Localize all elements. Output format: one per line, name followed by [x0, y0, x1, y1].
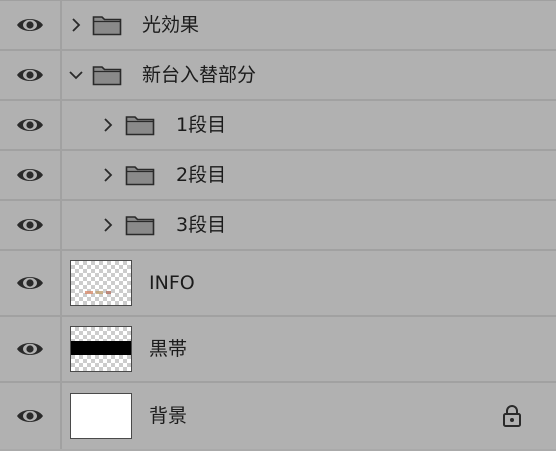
folder-icon	[125, 114, 155, 136]
eye-icon	[17, 69, 43, 81]
visibility-toggle[interactable]	[0, 151, 62, 199]
layer-content[interactable]: 新台入替部分	[62, 51, 556, 99]
layer-name: 3段目	[176, 214, 227, 236]
thumbnail-black-band	[71, 341, 131, 355]
layer-name: 1段目	[176, 114, 227, 136]
layer-name: 光効果	[142, 14, 200, 36]
folder-icon	[125, 164, 155, 186]
layer-thumbnail[interactable]	[70, 260, 132, 306]
eye-icon	[17, 410, 43, 422]
layers-panel: 光効果 新台入替部分 1段目 2段目 3段目 INFO 黒帯 背景	[0, 0, 556, 451]
chevron-right-icon[interactable]	[100, 217, 116, 233]
layer-row[interactable]: INFO	[0, 251, 556, 317]
layer-content[interactable]: 背景	[62, 383, 556, 449]
visibility-toggle[interactable]	[0, 251, 62, 315]
layer-name: 背景	[149, 405, 188, 427]
layer-content[interactable]: INFO	[62, 251, 556, 315]
layer-content[interactable]: 2段目	[62, 151, 556, 199]
visibility-toggle[interactable]	[0, 101, 62, 149]
eye-icon	[17, 119, 43, 131]
visibility-toggle[interactable]	[0, 317, 62, 381]
layer-thumbnail[interactable]	[70, 326, 132, 372]
visibility-toggle[interactable]	[0, 1, 62, 49]
layer-row[interactable]: 背景	[0, 383, 556, 449]
thumbnail-text-preview	[85, 291, 111, 294]
layer-row-group[interactable]: 1段目	[0, 101, 556, 151]
eye-icon	[17, 277, 43, 289]
folder-icon	[92, 64, 122, 86]
layer-content[interactable]: 3段目	[62, 201, 556, 249]
chevron-right-icon[interactable]	[68, 17, 84, 33]
folder-icon	[125, 214, 155, 236]
chevron-down-icon[interactable]	[68, 67, 84, 83]
layer-content[interactable]: 黒帯	[62, 317, 556, 381]
visibility-toggle[interactable]	[0, 201, 62, 249]
layer-name: 新台入替部分	[142, 64, 257, 86]
eye-icon	[17, 19, 43, 31]
chevron-right-icon[interactable]	[100, 167, 116, 183]
layer-name: 2段目	[176, 164, 227, 186]
layer-row-group[interactable]: 光効果	[0, 1, 556, 51]
layer-name: INFO	[149, 272, 195, 294]
layer-row-group[interactable]: 3段目	[0, 201, 556, 251]
eye-icon	[17, 219, 43, 231]
layer-row-group[interactable]: 新台入替部分	[0, 51, 556, 101]
eye-icon	[17, 343, 43, 355]
layer-row-group[interactable]: 2段目	[0, 151, 556, 201]
visibility-toggle[interactable]	[0, 51, 62, 99]
folder-icon	[92, 14, 122, 36]
eye-icon	[17, 169, 43, 181]
chevron-right-icon[interactable]	[100, 117, 116, 133]
layer-thumbnail[interactable]	[70, 393, 132, 439]
visibility-toggle[interactable]	[0, 383, 62, 449]
layer-content[interactable]: 1段目	[62, 101, 556, 149]
layer-row[interactable]: 黒帯	[0, 317, 556, 383]
lock-icon[interactable]	[502, 404, 522, 428]
layer-name: 黒帯	[149, 338, 188, 360]
layer-content[interactable]: 光効果	[62, 1, 556, 49]
